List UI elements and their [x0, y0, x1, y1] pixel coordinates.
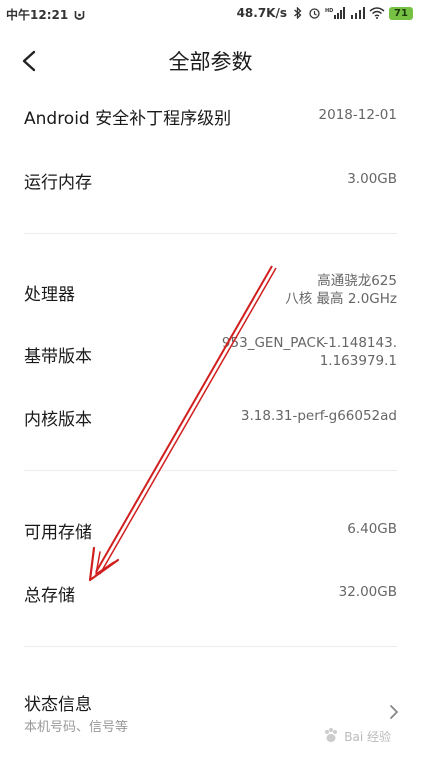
- divider: [24, 646, 397, 647]
- signal-icon-2: [351, 7, 365, 19]
- status-info-subtitle: 本机号码、信号等: [24, 720, 129, 735]
- param-row-kernel: 内核版本 3.18.31-perf-g66052ad: [0, 405, 421, 430]
- param-label: Android 安全补丁程序级别: [24, 109, 232, 129]
- param-value-line2: 八核 最高 2.0GHz: [285, 291, 397, 307]
- param-value-line1: 953_GEN_PACK-1.148143.: [221, 335, 397, 351]
- wifi-icon: [369, 7, 385, 19]
- header: 全部参数: [0, 40, 421, 80]
- param-value: 3.00GB: [347, 171, 397, 187]
- param-label: 运行内存: [24, 173, 92, 193]
- alarm-icon: [309, 8, 320, 19]
- page-title: 全部参数: [168, 50, 253, 74]
- param-label: 总存储: [24, 586, 75, 606]
- param-row-ram: 运行内存 3.00GB: [0, 168, 421, 193]
- network-speed: 48.7K/s: [236, 6, 287, 20]
- param-label: 内核版本: [24, 410, 92, 430]
- param-label: 基带版本: [24, 347, 92, 367]
- signal-icon: HD: [325, 7, 345, 19]
- bluetooth-icon: [294, 7, 302, 19]
- param-value: 3.18.31-perf-g66052ad: [240, 408, 397, 424]
- param-value: 2018-12-01: [318, 107, 397, 123]
- param-value-line2: 1.163979.1: [319, 353, 397, 369]
- chevron-right-icon: [390, 705, 399, 719]
- status-info-label: 状态信息: [24, 695, 92, 715]
- param-row-available-storage: 可用存储 6.40GB: [0, 518, 421, 543]
- status-bar: 中午12:21 48.7K/s HD 71: [0, 0, 421, 28]
- param-value-line1: 高通骁龙625: [317, 273, 397, 289]
- svg-text:HD: HD: [325, 8, 333, 14]
- param-value: 32.00GB: [338, 584, 397, 600]
- param-label: 可用存储: [24, 523, 92, 543]
- watermark-text: Bai 经验: [344, 729, 391, 744]
- param-value: 6.40GB: [347, 521, 397, 537]
- param-row-processor: 处理器 高通骁龙625 八核 最高 2.0GHz: [0, 272, 421, 312]
- notification-icon: [74, 10, 85, 20]
- divider: [24, 233, 397, 234]
- param-row-total-storage: 总存储 32.00GB: [0, 581, 421, 606]
- param-row-baseband: 基带版本 953_GEN_PACK-1.148143. 1.163979.1: [0, 334, 421, 374]
- paw-logo-icon: [325, 728, 338, 742]
- status-time: 中午12:21: [6, 8, 69, 22]
- param-label: 处理器: [24, 285, 75, 305]
- divider: [24, 470, 397, 471]
- watermark: Bai 经验: [322, 727, 391, 745]
- battery-icon: 71: [389, 6, 413, 20]
- param-row-security-patch: Android 安全补丁程序级别 2018-12-01: [0, 104, 421, 129]
